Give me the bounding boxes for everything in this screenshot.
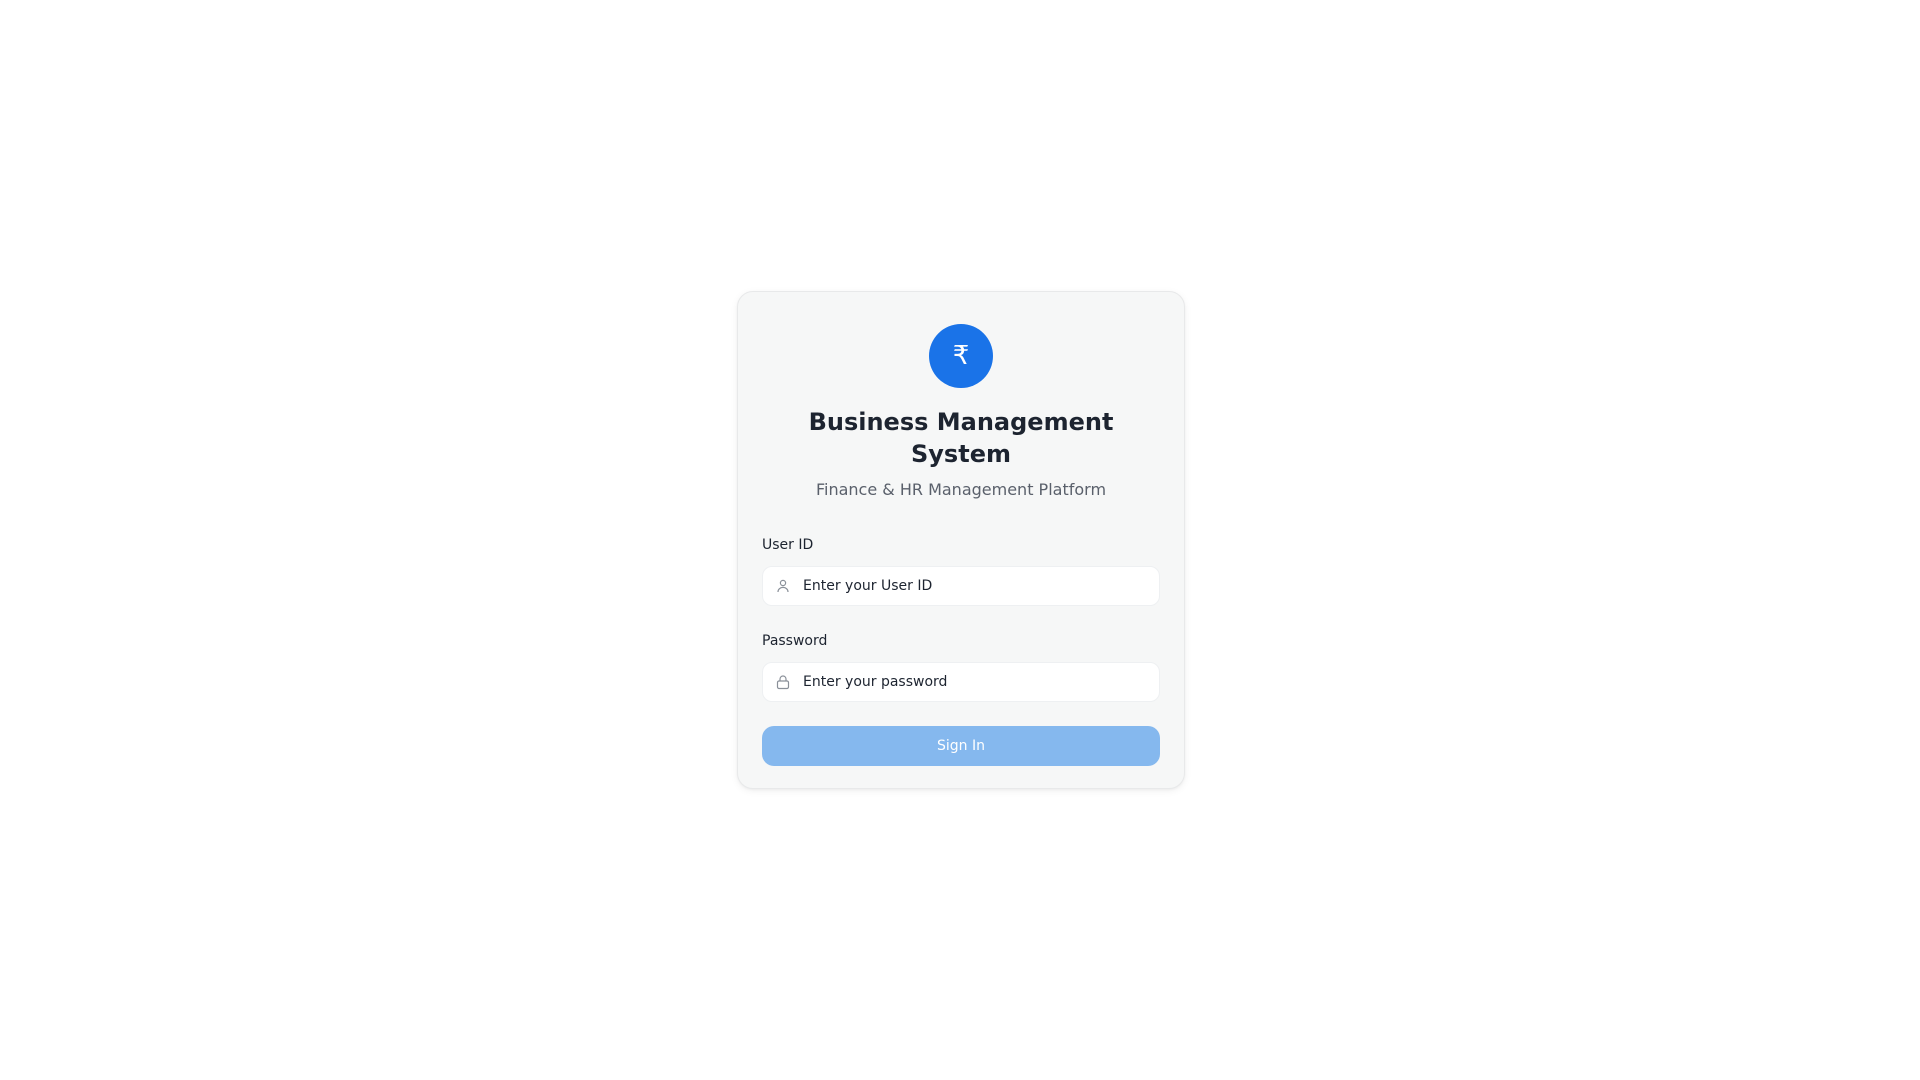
password-input-wrapper[interactable] bbox=[762, 662, 1160, 702]
rupee-logo-icon: ₹ bbox=[929, 324, 993, 388]
password-input[interactable] bbox=[803, 663, 1153, 701]
lock-icon bbox=[776, 675, 790, 690]
user-icon bbox=[777, 579, 789, 593]
sign-in-button[interactable]: Sign In bbox=[762, 726, 1160, 766]
logo-symbol: ₹ bbox=[952, 341, 970, 371]
password-field-group: Password bbox=[762, 632, 1160, 702]
user-id-field-group: User ID bbox=[762, 536, 1160, 606]
page-title: Business Management System bbox=[808, 408, 1114, 468]
user-id-input-wrapper[interactable] bbox=[762, 566, 1160, 606]
login-page: ₹ Business Management System Finance & H… bbox=[0, 0, 1920, 1080]
user-id-label: User ID bbox=[762, 537, 814, 553]
user-id-input[interactable] bbox=[803, 567, 1153, 605]
login-card: ₹ Business Management System Finance & H… bbox=[737, 291, 1185, 789]
password-label: Password bbox=[762, 633, 828, 649]
page-subtitle: Finance & HR Management Platform bbox=[815, 480, 1107, 499]
